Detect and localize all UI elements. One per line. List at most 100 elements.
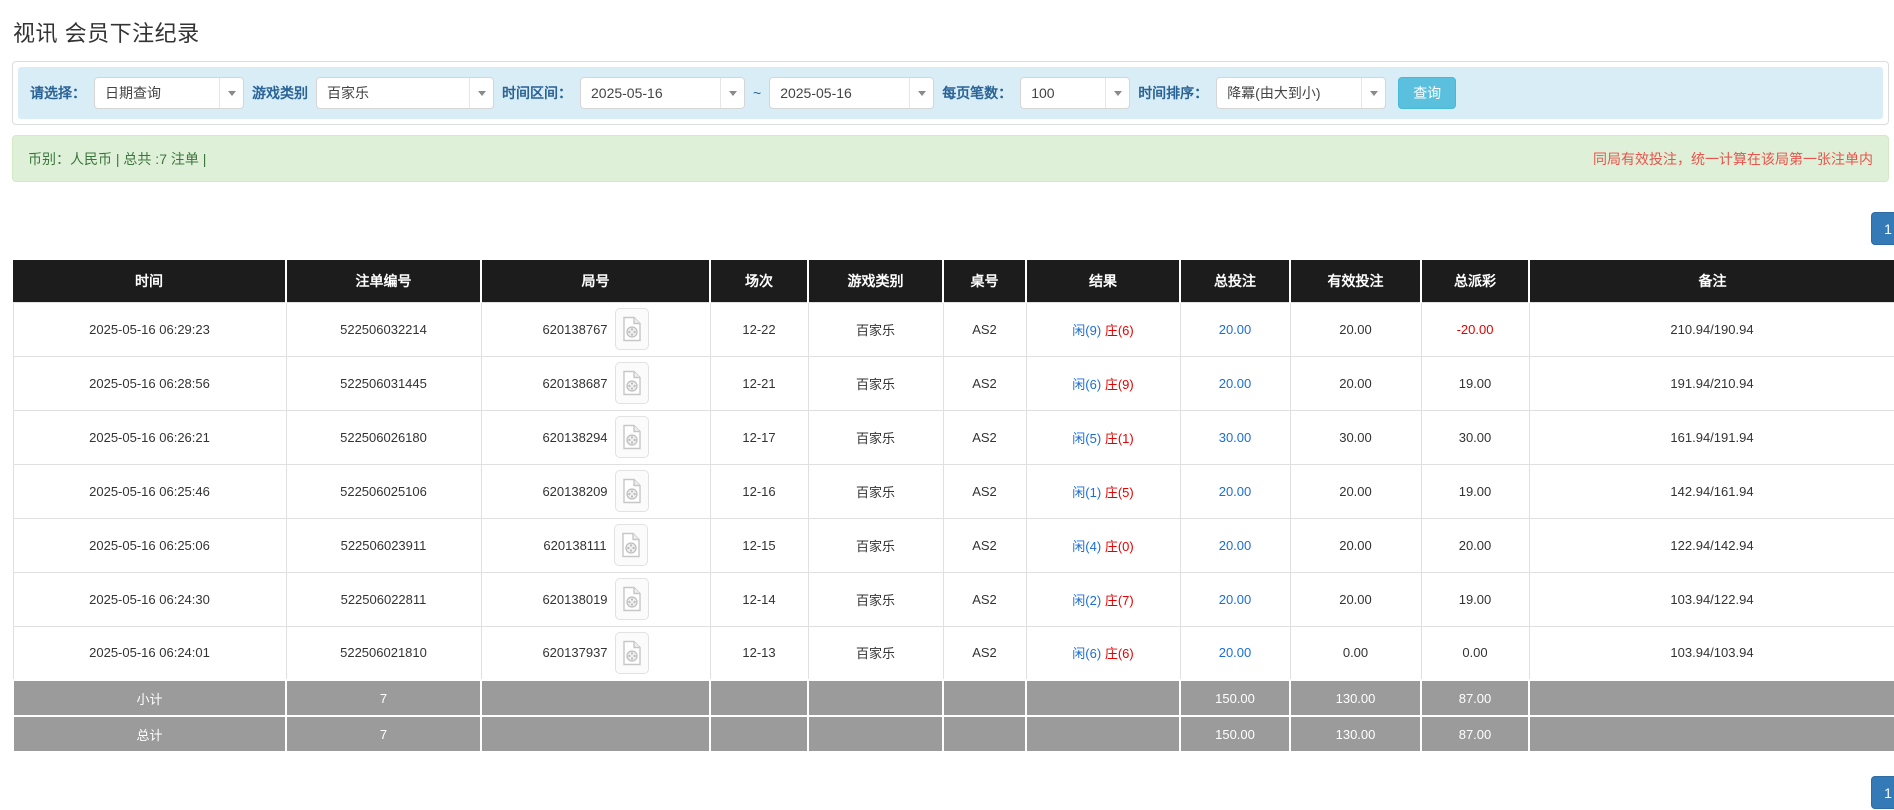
cell-payout-5: 19.00	[1420, 571, 1530, 627]
cell-total-bet-2: 30.00	[1179, 409, 1291, 465]
cell-result-2: 闲(5) 庄(1)	[1025, 409, 1181, 465]
date-from-select[interactable]: 2025-05-16	[580, 77, 745, 109]
video-replay-button[interactable]	[614, 470, 649, 512]
cell-remark-1: 191.94/210.94	[1528, 355, 1894, 411]
cell-round-id-6: 620137937	[480, 625, 711, 681]
chevron-down-icon[interactable]	[909, 78, 933, 108]
cell-payout-3: 19.00	[1420, 463, 1530, 519]
summary-bar: 币别：人民币 | 总共 :7 注单 | 同局有效投注，统一计算在该局第一张注单内	[12, 135, 1889, 182]
subtotal-row-total-bet: 150.00	[1179, 679, 1291, 717]
cell-bet-id-5: 522506022811	[285, 571, 482, 627]
result-player: 闲(4)	[1072, 538, 1102, 554]
cell-round-id-1: 620138687	[480, 355, 711, 411]
page-1-button[interactable]: 1	[1871, 212, 1894, 245]
round-id-text: 620138767	[542, 321, 608, 337]
result-player: 闲(5)	[1072, 430, 1102, 446]
table-row: 2025-05-16 06:25:06 522506023911 620138111…	[12, 517, 1894, 573]
cell-bet-id-6: 522506021810	[285, 625, 482, 681]
cell-time-0: 2025-05-16 06:29:23	[12, 301, 287, 357]
cell-result-4: 闲(4) 庄(0)	[1025, 517, 1181, 573]
cell-table-no-4: AS2	[942, 517, 1027, 573]
round-id-text: 620138111	[543, 537, 607, 553]
query-type-select[interactable]: 日期查询	[94, 77, 244, 109]
video-replay-button[interactable]	[613, 524, 648, 566]
cell-remark-3: 142.94/161.94	[1528, 463, 1894, 519]
result-player: 闲(1)	[1072, 484, 1102, 500]
cell-total-bet-0: 20.00	[1179, 301, 1291, 357]
subtotal-row-payout: 87.00	[1420, 679, 1530, 717]
cell-time-4: 2025-05-16 06:25:06	[12, 517, 287, 573]
date-range-label: 时间区间：	[502, 85, 572, 101]
chevron-down-icon[interactable]	[720, 78, 744, 108]
result-player: 闲(9)	[1072, 322, 1102, 338]
total-row-empty	[807, 715, 944, 753]
chevron-down-icon[interactable]	[1361, 78, 1385, 108]
query-type-value: 日期查询	[105, 85, 161, 101]
cell-table-no-5: AS2	[942, 571, 1027, 627]
video-replay-button[interactable]	[614, 308, 649, 350]
col-total-bet: 总投注	[1180, 260, 1291, 302]
round-id-wrap: 620138019	[542, 578, 649, 620]
filter-bar: 请选择： 日期查询 游戏类别 百家乐 时间区间： 2025-05-16 ~ 20…	[18, 67, 1883, 119]
col-valid-bet: 有效投注	[1290, 260, 1422, 302]
page-size-select[interactable]: 100	[1020, 77, 1131, 109]
col-remark: 备注	[1529, 260, 1894, 302]
cell-time-3: 2025-05-16 06:25:46	[12, 463, 287, 519]
chevron-down-icon[interactable]	[219, 78, 243, 108]
video-icon	[622, 640, 642, 666]
page-1-button[interactable]: 1	[1871, 776, 1894, 809]
cell-time-2: 2025-05-16 06:26:21	[12, 409, 287, 465]
result-banker: 庄(6)	[1104, 322, 1134, 338]
total-row-label: 总计	[12, 715, 287, 753]
total-row-empty	[709, 715, 809, 753]
pagination-top: 1	[0, 212, 1894, 245]
cell-valid-bet-6: 0.00	[1289, 625, 1422, 681]
result-banker: 庄(1)	[1104, 430, 1134, 446]
subtotal-row-empty	[942, 679, 1027, 717]
cell-session-3: 12-16	[709, 463, 809, 519]
result-banker: 庄(7)	[1104, 592, 1134, 608]
table-row: 2025-05-16 06:24:01 522506021810 620137937…	[12, 625, 1894, 681]
video-replay-button[interactable]	[614, 362, 649, 404]
subtotal-row-empty	[1528, 679, 1894, 717]
round-id-wrap: 620137937	[542, 631, 649, 674]
chevron-down-icon[interactable]	[1105, 78, 1129, 108]
cell-bet-id-2: 522506026180	[285, 409, 482, 465]
round-id-wrap: 620138209	[542, 470, 649, 512]
video-replay-button[interactable]	[614, 631, 649, 674]
total-row-empty	[480, 715, 711, 753]
table-row: 2025-05-16 06:25:46 522506025106 620138209…	[12, 463, 1894, 519]
query-type-label: 请选择：	[30, 85, 86, 101]
currency-total-summary: 币别：人民币 | 总共 :7 注单 |	[28, 150, 207, 167]
result-banker: 庄(6)	[1104, 646, 1134, 662]
cell-time-5: 2025-05-16 06:24:30	[12, 571, 287, 627]
cell-bet-id-0: 522506032214	[285, 301, 482, 357]
cell-total-bet-1: 20.00	[1179, 355, 1291, 411]
chevron-down-icon[interactable]	[469, 78, 493, 108]
total-row-count: 7	[285, 715, 482, 753]
game-type-select[interactable]: 百家乐	[316, 77, 494, 109]
cell-table-no-1: AS2	[942, 355, 1027, 411]
video-icon	[622, 586, 642, 612]
video-replay-button[interactable]	[614, 416, 649, 458]
cell-session-1: 12-21	[709, 355, 809, 411]
valid-bet-note: 同局有效投注，统一计算在该局第一张注单内	[1593, 150, 1873, 167]
cell-session-5: 12-14	[709, 571, 809, 627]
search-button[interactable]: 查询	[1398, 77, 1457, 109]
cell-remark-4: 122.94/142.94	[1528, 517, 1894, 573]
page-title: 视讯 会员下注纪录	[13, 21, 200, 46]
cell-game-5: 百家乐	[807, 571, 944, 627]
round-id-wrap: 620138294	[542, 416, 649, 458]
date-from-value: 2025-05-16	[591, 85, 663, 101]
cell-payout-2: 30.00	[1420, 409, 1530, 465]
cell-round-id-2: 620138294	[480, 409, 711, 465]
sort-order-select[interactable]: 降冪(由大到小)	[1216, 77, 1387, 109]
video-replay-button[interactable]	[614, 578, 649, 620]
cell-table-no-0: AS2	[942, 301, 1027, 357]
date-to-value: 2025-05-16	[780, 85, 852, 101]
round-id-wrap: 620138687	[542, 362, 649, 404]
round-id-text: 620138687	[542, 375, 608, 391]
cell-round-id-3: 620138209	[480, 463, 711, 519]
table-row: 2025-05-16 06:28:56 522506031445 620138687…	[12, 355, 1894, 411]
date-to-select[interactable]: 2025-05-16	[769, 77, 935, 109]
